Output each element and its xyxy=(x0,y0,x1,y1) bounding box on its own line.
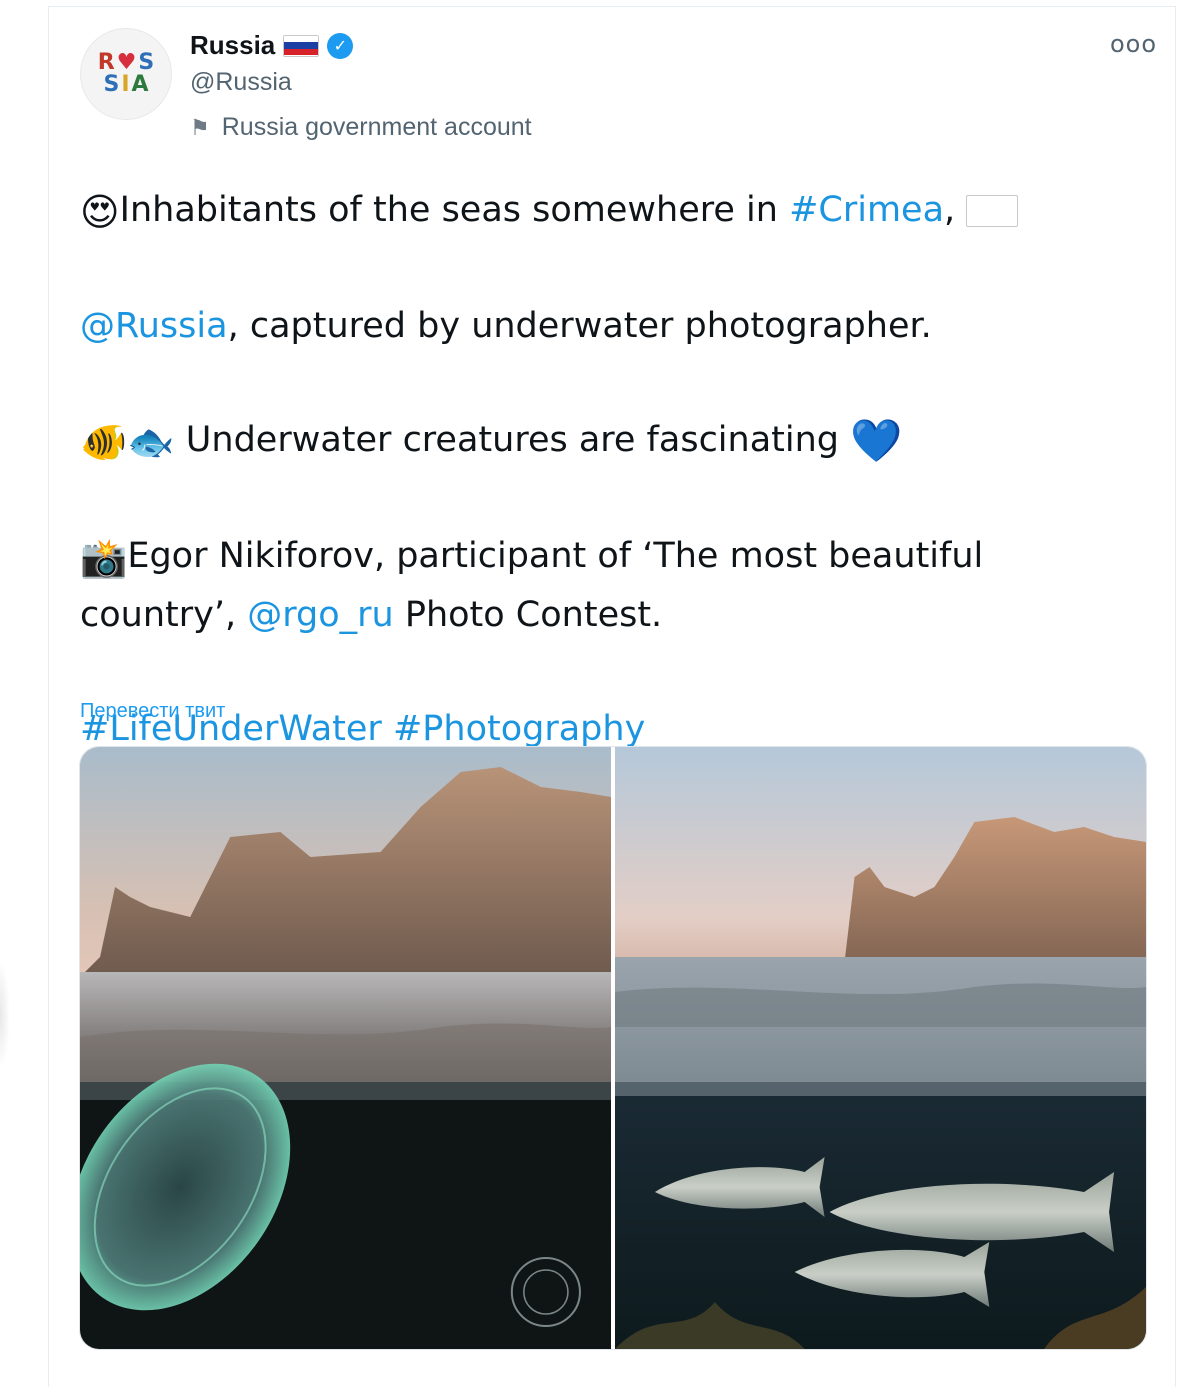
tweet-text-segment: , xyxy=(944,190,967,230)
tweet-paragraph-3: 📸Egor Nikiforov, participant of ‘The mos… xyxy=(80,528,1140,644)
tweet-paragraph-1: 😍Inhabitants of the seas somewhere in #C… xyxy=(80,182,1140,241)
hashtag-crimea-link[interactable]: #Crimea xyxy=(789,190,944,230)
jellyfish-photo-image xyxy=(80,747,611,1349)
flag-icon: ⚑ xyxy=(190,114,210,140)
avatar-logo-line2: SIA xyxy=(103,74,148,96)
author-name-row: Russia ✓ xyxy=(190,30,354,61)
fish-emoji-icon: 🐟 xyxy=(127,420,175,464)
verified-badge-icon: ✓ xyxy=(327,32,354,59)
avatar-letter-s2: S xyxy=(103,72,120,97)
photo-fish[interactable] xyxy=(615,747,1146,1349)
heart-eyes-emoji-icon: 😍 xyxy=(80,190,120,234)
tweet-text-segment: , captured by underwater photographer. xyxy=(227,306,932,346)
avatar-heart: ♥ xyxy=(116,50,137,75)
author-handle[interactable]: @Russia xyxy=(190,68,292,97)
camera-flash-emoji-icon: 📸 xyxy=(80,536,128,580)
avatar-letter-s: S xyxy=(138,50,155,75)
tweet-paragraph-2: 🐠🐟 Underwater creatures are fascinating … xyxy=(80,412,1140,471)
tweet-text: 😍Inhabitants of the seas somewhere in #C… xyxy=(80,182,1140,758)
blue-heart-emoji-icon: 💙 xyxy=(850,416,903,465)
russia-flag-emoji-icon xyxy=(966,195,1019,227)
tweet-text-segment: Photo Contest. xyxy=(393,595,663,635)
avatar-letter-i: I xyxy=(121,72,130,97)
tweet-text-segment: Underwater creatures are fascinating xyxy=(174,420,851,460)
fish-photo-image xyxy=(615,747,1146,1349)
hashtag-photography-link[interactable]: #Photography xyxy=(393,709,645,749)
tropical-fish-emoji-icon: 🐠 xyxy=(80,420,128,464)
display-name[interactable]: Russia xyxy=(190,30,275,61)
tweet-text-segment: Inhabitants of the seas somewhere in xyxy=(119,190,790,230)
left-shadow-decoration xyxy=(0,960,10,1070)
avatar-letter-a: A xyxy=(131,72,149,97)
tweet-media xyxy=(79,746,1147,1350)
government-label: ⚑ Russia government account xyxy=(190,113,532,142)
government-label-text[interactable]: Russia government account xyxy=(222,113,532,142)
russia-flag-icon xyxy=(283,34,320,57)
photo-jellyfish[interactable] xyxy=(80,747,611,1349)
avatar-logo-line1: R ♥ S xyxy=(98,52,155,74)
translate-tweet-link[interactable]: Перевести твит xyxy=(80,700,225,723)
more-options-icon[interactable]: ooo xyxy=(1110,30,1157,58)
mention-rgo-link[interactable]: @rgo_ru xyxy=(247,595,393,635)
avatar[interactable]: R ♥ S SIA xyxy=(80,28,172,120)
mention-russia-link[interactable]: @Russia xyxy=(80,306,228,346)
avatar-letter-r: R xyxy=(97,50,115,75)
